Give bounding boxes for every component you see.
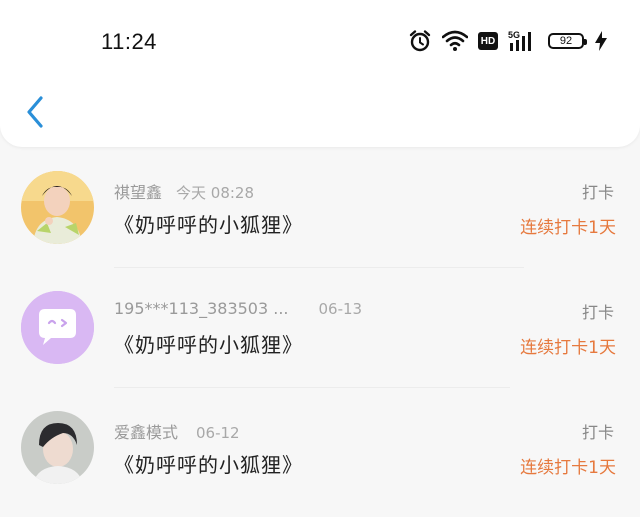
list-item[interactable]: 爱鑫模式 06-12 《奶呼呼的小狐狸》 打卡 连续打卡1天 xyxy=(0,397,640,517)
back-button[interactable] xyxy=(20,94,50,130)
book-title: 《奶呼呼的小狐狸》 xyxy=(114,333,303,357)
book-title: 《奶呼呼的小狐狸》 xyxy=(114,213,303,237)
avatar[interactable] xyxy=(21,171,94,244)
chat-bubble-avatar-icon xyxy=(21,291,94,364)
photo-avatar-icon xyxy=(21,411,94,484)
checkin-label: 打卡 xyxy=(581,183,614,202)
user-name: 195***113_383503 ... xyxy=(114,299,289,318)
signal-icon: 5G xyxy=(508,29,538,53)
item-meta: 爱鑫模式 06-12 xyxy=(114,419,240,443)
battery-icon: 92 xyxy=(548,33,587,49)
list-item[interactable]: 祺望鑫 今天 08:28 《奶呼呼的小狐狸》 打卡 连续打卡1天 xyxy=(0,157,640,277)
divider xyxy=(114,387,510,388)
post-date: 06-12 xyxy=(196,424,240,442)
user-name: 爱鑫模式 xyxy=(114,423,179,442)
hd-icon: HD xyxy=(478,32,498,50)
photo-avatar-icon xyxy=(21,171,94,244)
avatar[interactable] xyxy=(21,291,94,364)
book-title: 《奶呼呼的小狐狸》 xyxy=(114,453,303,477)
status-time: 11:24 xyxy=(101,29,157,54)
divider xyxy=(114,267,524,268)
list-item[interactable]: 195***113_383503 ... 06-13 《奶呼呼的小狐狸》 打卡 … xyxy=(0,277,640,397)
network-label: 5G xyxy=(508,30,520,40)
item-meta: 祺望鑫 今天 08:28 xyxy=(114,179,254,203)
post-date: 今天 08:28 xyxy=(176,184,255,202)
avatar[interactable] xyxy=(21,411,94,484)
charging-icon xyxy=(594,30,608,52)
top-bar: 11:24 HD 5G 92 xyxy=(0,0,640,147)
streak-label: 连续打卡1天 xyxy=(520,338,616,358)
wifi-icon xyxy=(442,30,468,52)
streak-label: 连续打卡1天 xyxy=(520,218,616,238)
streak-label: 连续打卡1天 xyxy=(520,458,616,478)
user-name: 祺望鑫 xyxy=(114,183,163,202)
status-icons: HD 5G 92 xyxy=(408,28,608,54)
item-meta: 195***113_383503 ... 06-13 xyxy=(114,299,362,318)
chevron-left-icon xyxy=(27,96,43,128)
post-date: 06-13 xyxy=(318,300,363,318)
checkin-label: 打卡 xyxy=(581,423,614,442)
checkin-list: 祺望鑫 今天 08:28 《奶呼呼的小狐狸》 打卡 连续打卡1天 195***1… xyxy=(0,157,640,517)
alarm-icon xyxy=(408,29,432,53)
checkin-label: 打卡 xyxy=(581,303,614,322)
